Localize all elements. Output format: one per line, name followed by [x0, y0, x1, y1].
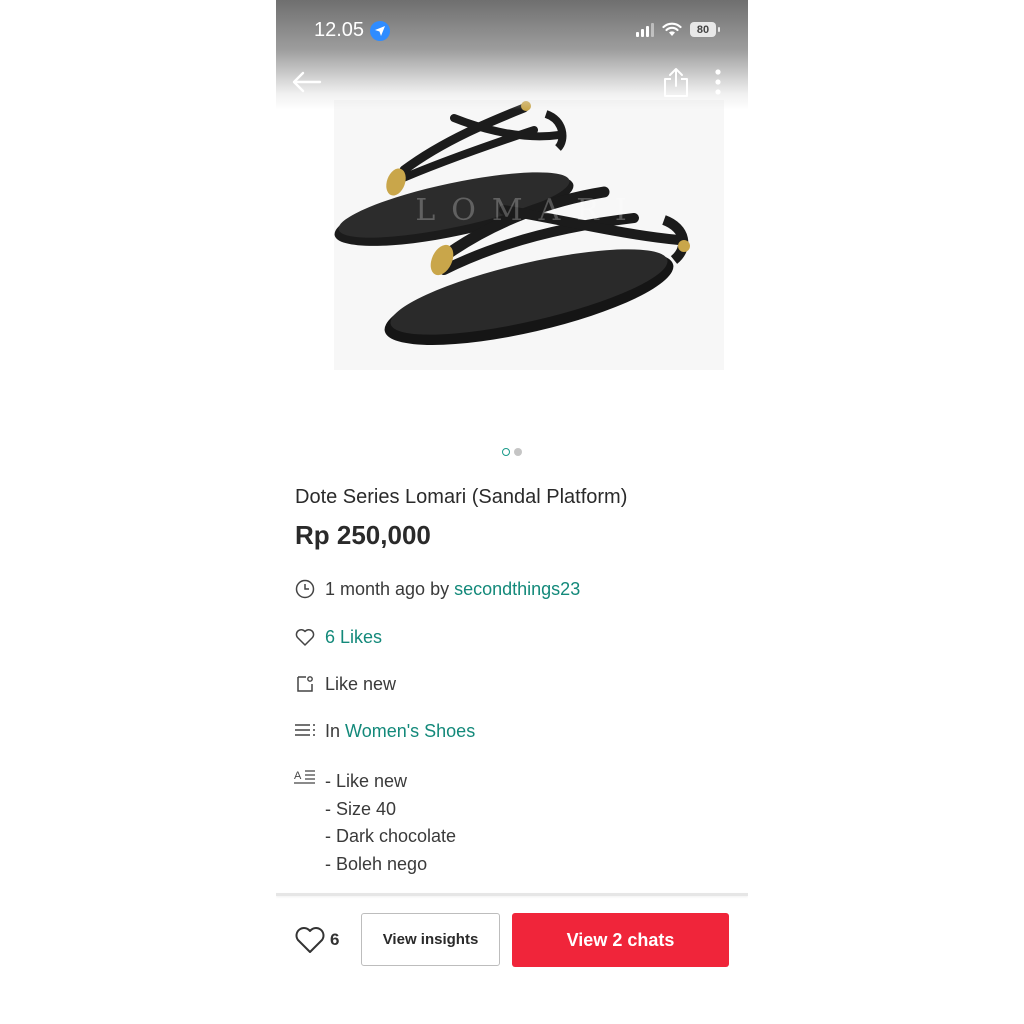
condition-row: Like new: [294, 673, 396, 695]
carousel-indicator[interactable]: [276, 448, 748, 456]
product-image[interactable]: LOMARI: [334, 100, 724, 370]
heart-icon: [294, 626, 316, 648]
likes-link[interactable]: 6 Likes: [325, 627, 382, 648]
carousel-dot[interactable]: [514, 448, 522, 456]
heart-outline-icon: [295, 927, 325, 953]
share-icon[interactable]: [662, 66, 690, 98]
carousel-dot-active[interactable]: [502, 448, 510, 456]
like-count: 6: [330, 930, 340, 949]
phone-screen: LOMARI 12.05 80 Dote Series Lomari (Sand…: [276, 0, 748, 1024]
like-button[interactable]: 6: [294, 926, 339, 954]
svg-text:A: A: [294, 770, 302, 782]
watermark-text: LOMARI: [415, 193, 642, 228]
category-row: In Women's Shoes: [294, 720, 475, 742]
condition-value: Like new: [325, 673, 397, 694]
description-text: - Like new - Size 40 - Dark chocolate - …: [325, 768, 456, 878]
clock-icon: [294, 578, 316, 600]
description-line: - Like new: [325, 771, 408, 791]
seller-link[interactable]: secondthings23: [454, 579, 580, 600]
view-insights-button[interactable]: View insights: [361, 913, 500, 966]
battery-icon: 80: [690, 22, 720, 37]
listing-title: Dote Series Lomari (Sandal Platform): [295, 486, 628, 508]
posted-time: 1 month ago by: [325, 578, 450, 599]
battery-level: 80: [696, 23, 710, 36]
status-time-group: 12.05: [314, 19, 391, 42]
status-icons: 80: [636, 22, 720, 37]
condition-tag-icon: [294, 673, 316, 695]
description-block: A - Like new - Size 40 - Dark chocolate …: [294, 768, 456, 878]
text-description-icon: A: [294, 768, 316, 790]
description-line: - Dark chocolate: [325, 826, 457, 846]
signal-icon: [636, 22, 654, 37]
likes-row[interactable]: 6 Likes: [294, 626, 382, 648]
posted-row: 1 month ago by secondthings23: [294, 578, 580, 600]
bottom-divider: [276, 893, 748, 896]
description-line: - Boleh nego: [325, 853, 428, 874]
location-arrow-icon: [370, 20, 391, 41]
more-vertical-icon[interactable]: [708, 66, 728, 98]
view-chats-button[interactable]: View 2 chats: [512, 913, 729, 967]
category-prefix: In: [325, 720, 341, 741]
listing-price: Rp 250,000: [295, 520, 431, 550]
back-arrow-icon[interactable]: [290, 68, 322, 96]
category-link[interactable]: Women's Shoes: [345, 721, 475, 742]
list-icon: [294, 720, 316, 742]
top-header: 12.05 80: [276, 0, 748, 110]
description-line: - Size 40: [325, 798, 397, 819]
status-time: 12.05: [314, 19, 365, 41]
wifi-icon: [662, 22, 682, 36]
